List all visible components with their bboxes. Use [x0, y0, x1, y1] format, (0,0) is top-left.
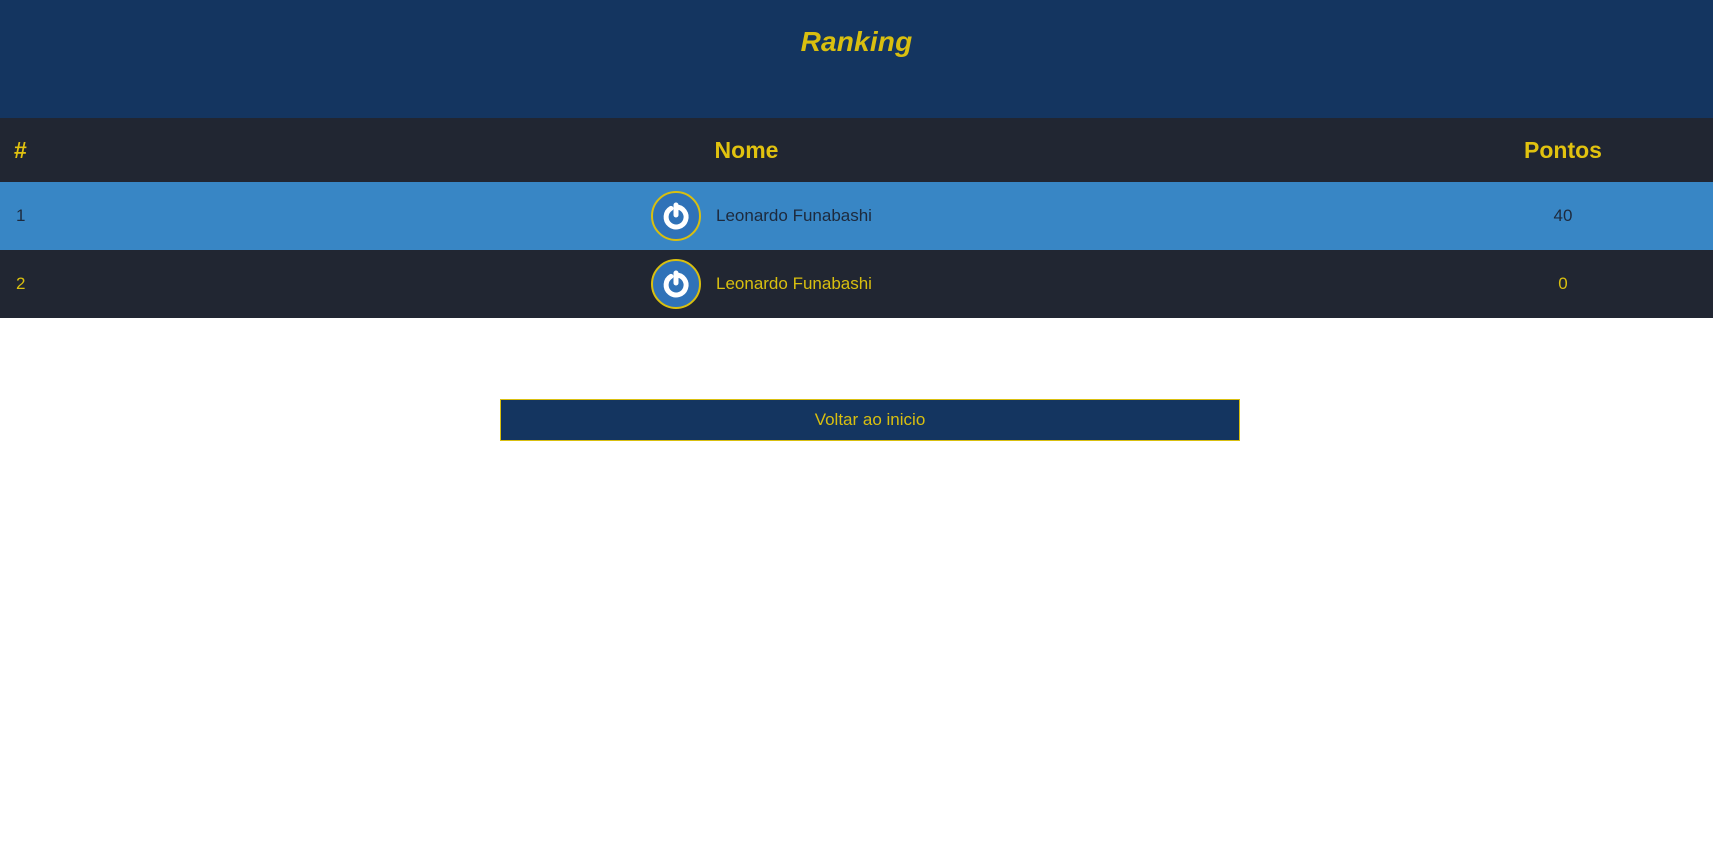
header-row: # Nome Pontos — [0, 118, 1713, 182]
footer-area: Voltar ao inicio — [0, 318, 1713, 854]
avatar — [651, 259, 701, 309]
player-name: Leonardo Funabashi — [716, 274, 872, 293]
power-icon — [663, 202, 689, 230]
name-cell: Leonardo Funabashi — [80, 250, 1413, 318]
player-name: Leonardo Funabashi — [716, 206, 872, 225]
page-title: Ranking — [800, 26, 913, 57]
column-header-points: Pontos — [1524, 136, 1602, 163]
back-to-start-button[interactable]: Voltar ao inicio — [500, 399, 1240, 441]
table-row: 1 Leonardo Funabashi 40 — [0, 182, 1713, 250]
column-header-name: Nome — [714, 136, 779, 163]
ranking-table: # Nome Pontos 1 Leonardo Funabashi 40 2 … — [0, 118, 1713, 318]
page-header: Ranking — [0, 0, 1713, 118]
ranking-table-body: 1 Leonardo Funabashi 40 2 Leonardo Funab… — [0, 182, 1713, 318]
ranking-table-header: # Nome Pontos — [0, 118, 1713, 182]
rank-cell: 2 — [16, 274, 26, 293]
points-cell: 0 — [1558, 274, 1568, 293]
column-header-rank: # — [14, 136, 27, 163]
name-cell: Leonardo Funabashi — [80, 182, 1413, 250]
table-row: 2 Leonardo Funabashi 0 — [0, 250, 1713, 318]
avatar — [651, 191, 701, 241]
points-cell: 40 — [1553, 206, 1573, 225]
power-icon — [663, 270, 689, 298]
rank-cell: 1 — [16, 206, 26, 225]
